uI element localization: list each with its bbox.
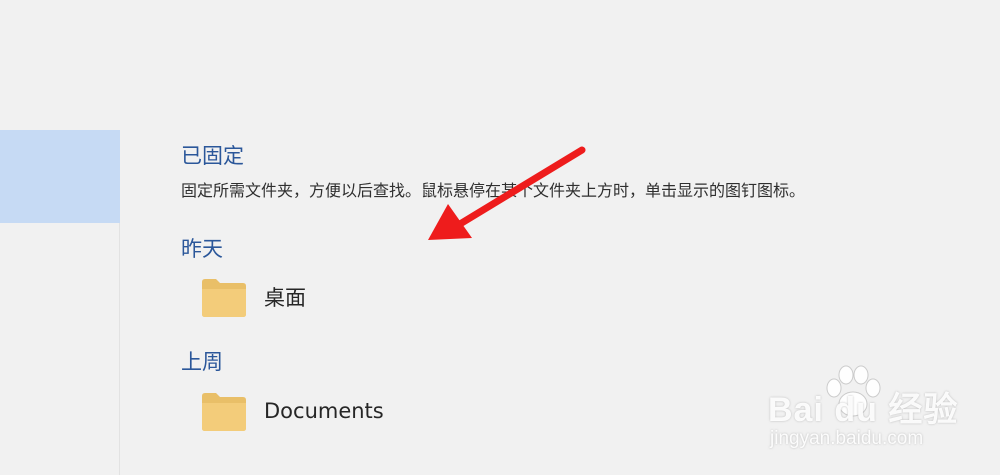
yesterday-heading: 昨天 (181, 237, 223, 261)
folder-item-desktop[interactable]: 桌面 (200, 275, 306, 319)
folder-label: Documents (264, 399, 384, 423)
watermark-brand: Bai du 经验 (768, 391, 959, 429)
left-selected-item[interactable] (0, 130, 120, 223)
red-annotation-arrow-icon (428, 146, 586, 240)
file-open-page: 已固定 固定所需文件夹，方便以后查找。鼠标悬停在某个文件夹上方时，单击显示的图钉… (0, 0, 1000, 475)
folder-label: 桌面 (264, 286, 306, 310)
baidu-jingyan-watermark: Bai du 经验 jingyan.baidu.com (760, 364, 990, 459)
folder-icon (202, 393, 246, 431)
folder-icon (202, 279, 246, 317)
folder-item-documents[interactable]: Documents (200, 389, 384, 433)
left-navigation-panel (0, 130, 120, 475)
watermark-url: jingyan.baidu.com (770, 428, 924, 449)
pinned-heading: 已固定 (181, 144, 244, 168)
last-week-heading: 上周 (181, 350, 223, 374)
